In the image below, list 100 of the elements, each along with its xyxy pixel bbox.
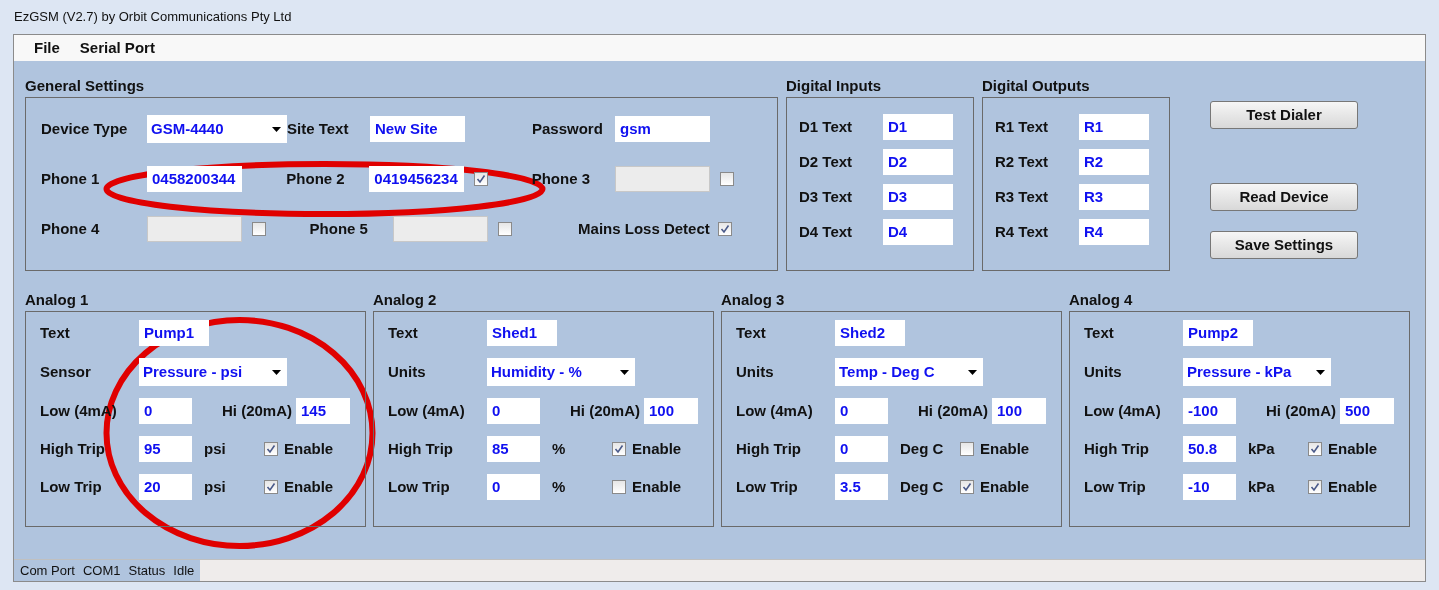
input-field[interactable]: 85 [487, 436, 540, 462]
input-field[interactable]: 3.5 [835, 474, 888, 500]
action-button[interactable]: Read Device [1210, 183, 1358, 211]
field-label: % [551, 438, 567, 459]
field-label: Low (4mA) [736, 400, 814, 421]
check-icon [962, 482, 972, 492]
field-label: Hi (20mA) [917, 400, 989, 421]
field-label: Text [40, 322, 71, 343]
checkbox[interactable] [960, 480, 974, 494]
input-field[interactable]: 0 [835, 436, 888, 462]
field-label: kPa [1247, 438, 1276, 459]
checkbox[interactable] [264, 480, 278, 494]
field-label: Low Trip [1084, 476, 1147, 497]
input-field[interactable]: Shed2 [835, 320, 905, 346]
input-field[interactable]: 0419456234 [369, 166, 465, 192]
input-field[interactable]: 0 [487, 398, 540, 424]
field-label: D1 Text [799, 116, 854, 137]
field-label: Enable [1328, 476, 1378, 497]
status-text: COM1 [82, 561, 121, 580]
input-field[interactable]: D1 [883, 114, 953, 140]
input-field[interactable]: 50.8 [1183, 436, 1236, 462]
field-label: Device Type [41, 118, 129, 139]
input-field[interactable]: gsm [615, 116, 710, 142]
field-label: R3 Text [995, 186, 1050, 207]
field-label: D2 Text [799, 151, 854, 172]
input-field[interactable]: Shed1 [487, 320, 557, 346]
group-title: Digital Outputs [982, 76, 1091, 96]
input-field[interactable]: 95 [139, 436, 192, 462]
input-field[interactable]: 20 [139, 474, 192, 500]
check-icon [719, 224, 730, 234]
input-field[interactable]: R2 [1079, 149, 1149, 175]
dropdown[interactable]: GSM-4440 [147, 115, 287, 143]
field-label: Phone 3 [531, 168, 591, 189]
dropdown[interactable]: Pressure - kPa [1183, 358, 1331, 386]
dropdown[interactable]: Pressure - psi [139, 358, 287, 386]
field-label: psi [203, 476, 227, 497]
field-label: High Trip [1084, 438, 1150, 459]
status-text: Idle [173, 561, 195, 580]
field-label: Deg C [899, 438, 945, 459]
input-field[interactable]: Pump1 [139, 320, 209, 346]
checkbox[interactable] [960, 442, 974, 456]
checkbox[interactable] [717, 222, 732, 236]
field-label: Low (4mA) [1084, 400, 1162, 421]
group-title: Analog 4 [1069, 290, 1134, 310]
input-field[interactable]: New Site [370, 116, 465, 142]
status-text: Com Port [20, 561, 75, 580]
input-field[interactable]: 500 [1340, 398, 1394, 424]
menu-item[interactable]: Serial Port [79, 36, 155, 60]
input-field[interactable]: 145 [296, 398, 350, 424]
field-label: High Trip [736, 438, 802, 459]
checkbox[interactable] [264, 442, 278, 456]
action-button[interactable]: Save Settings [1210, 231, 1358, 259]
field-label: Phone 4 [41, 218, 101, 239]
input-field[interactable]: D4 [883, 219, 953, 245]
menu-item[interactable]: File [34, 36, 60, 60]
field-label: Sensor [40, 361, 92, 382]
field-label: Enable [284, 438, 334, 459]
field-label: Phone 2 [286, 168, 346, 189]
input-field[interactable]: D2 [883, 149, 953, 175]
status-text: Status [128, 561, 166, 580]
input-field[interactable]: D3 [883, 184, 953, 210]
checkbox[interactable] [1308, 480, 1322, 494]
input-field[interactable]: 100 [992, 398, 1046, 424]
checkbox[interactable] [612, 442, 626, 456]
checkbox[interactable] [1308, 442, 1322, 456]
input-field[interactable]: 0 [487, 474, 540, 500]
action-button[interactable]: Test Dialer [1210, 101, 1358, 129]
field-label: kPa [1247, 476, 1276, 497]
check-icon [1310, 444, 1320, 454]
group-title: Digital Inputs [786, 76, 882, 96]
input-field[interactable]: 0 [835, 398, 888, 424]
input-field[interactable]: 100 [644, 398, 698, 424]
input-field[interactable]: Pump2 [1183, 320, 1253, 346]
group-title: Analog 1 [25, 290, 90, 310]
field-label: Enable [980, 438, 1030, 459]
field-label: % [551, 476, 567, 497]
field-label: Enable [1328, 438, 1378, 459]
input-field[interactable]: -10 [1183, 474, 1236, 500]
input-field[interactable]: 0458200344 [147, 166, 242, 192]
field-label: R1 Text [995, 116, 1050, 137]
dropdown[interactable]: Humidity - % [487, 358, 635, 386]
field-label: Units [388, 361, 427, 382]
input-field[interactable]: -100 [1183, 398, 1236, 424]
group-title: General Settings [25, 76, 146, 96]
caret-icon [620, 369, 629, 375]
field-label: Phone 5 [309, 218, 369, 239]
input-field[interactable]: R3 [1079, 184, 1149, 210]
field-label: Low (4mA) [388, 400, 466, 421]
input-field[interactable]: R1 [1079, 114, 1149, 140]
input-field[interactable]: 0 [139, 398, 192, 424]
field-label: Enable [632, 476, 682, 497]
field-label: D4 Text [799, 221, 854, 242]
dropdown[interactable]: Temp - Deg C [835, 358, 983, 386]
input-field[interactable]: R4 [1079, 219, 1149, 245]
checkbox[interactable] [474, 172, 489, 186]
caret-icon [968, 369, 977, 375]
field-label: Hi (20mA) [221, 400, 293, 421]
field-label: Hi (20mA) [1265, 400, 1337, 421]
checkbox[interactable] [612, 480, 626, 494]
field-label: R2 Text [995, 151, 1050, 172]
